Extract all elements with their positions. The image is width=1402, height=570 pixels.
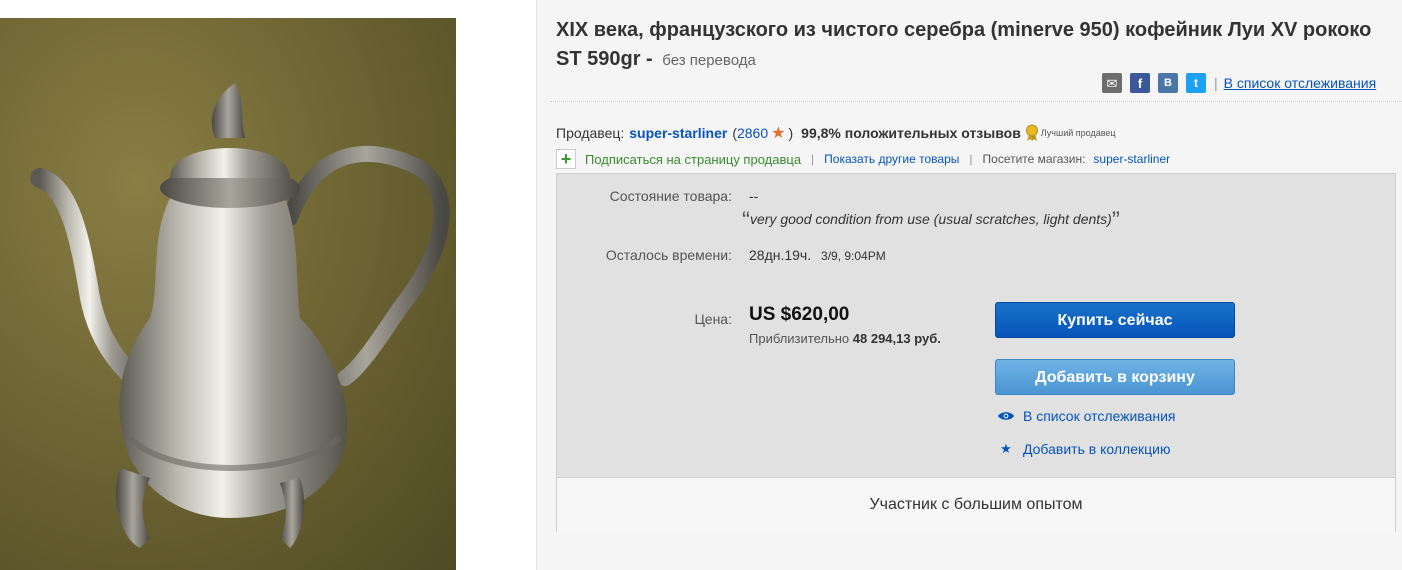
price-label: Цена: [694,311,732,327]
divider [550,101,1402,103]
watch-action-label: В список отслеживания [1023,408,1176,424]
seller-label: Продавец: [556,125,625,141]
open-quote: “ [742,207,750,234]
collection-action-label: Добавить в коллекцию [1023,441,1171,457]
twitter-icon[interactable]: t [1186,73,1206,93]
star-icon: ★ [1000,441,1012,456]
visit-store-label: Посетите магазин: [982,152,1086,166]
top-seller-medal-icon [1025,124,1039,142]
vk-icon[interactable]: В [1158,73,1178,93]
price-value: US $620,00 [749,304,850,325]
time-left: 28дн.19ч. 3/9, 9:04PM [749,247,886,263]
silver-coffee-pot-icon [30,83,450,548]
share-row: ✉ f В t | В список отслеживания [1102,73,1376,93]
eye-icon [997,409,1015,424]
experienced-member-banner: Участник с большим опытом [557,477,1395,532]
approx-price: Приблизительно 48 294,13 руб. [749,331,941,346]
close-quote: ” [1111,207,1120,234]
time-left-value: 28дн.19ч. [749,247,812,263]
add-to-collection-link[interactable]: ★ Добавить в коллекцию [997,441,1170,457]
mail-icon[interactable]: ✉ [1102,73,1122,93]
condition-value: -- [749,188,759,204]
add-to-watchlist-link[interactable]: В список отслеживания [1224,75,1377,91]
store-link[interactable]: super-starliner [1093,152,1170,166]
positive-feedback-percent: 99,8% положительных отзывов [801,125,1021,141]
watch-action-link[interactable]: В список отслеживания [997,408,1176,424]
details-box: Состояние товара: -- “very good conditio… [556,173,1396,532]
feedback-close: ) [788,125,794,141]
facebook-icon[interactable]: f [1130,73,1150,93]
share-separator: | [1214,75,1218,91]
approx-label: Приблизительно [749,331,850,346]
separator: | [811,152,815,166]
top-seller-label: Лучший продавец [1040,128,1116,138]
time-left-label: Осталось времени: [605,247,732,263]
item-title: XIX века, французского из чистого серебр… [556,16,1396,75]
feedback-count-link[interactable]: 2860 [737,125,768,141]
no-translation-note: без перевода [662,52,756,69]
separator: | [969,152,973,166]
other-items-link[interactable]: Показать другие товары [824,152,959,166]
add-to-cart-button[interactable]: Добавить в корзину [995,359,1235,395]
star-icon: ★ [771,125,786,142]
product-photo[interactable] [0,18,456,570]
seller-info: Продавец: super-starliner (2860 ★ ) 99,8… [556,123,1116,143]
plus-icon[interactable]: + [556,149,576,169]
image-panel [0,0,537,570]
condition-label: Состояние товара: [609,188,732,204]
seller-name-link[interactable]: super-starliner [629,125,727,141]
seller-links: + Подписаться на страницу продавца | Пок… [556,149,1170,169]
approx-value: 48 294,13 руб. [852,331,941,346]
condition-quote-text: very good condition from use (usual scra… [750,211,1112,227]
condition-description: “very good condition from use (usual scr… [742,207,1120,235]
follow-seller-link[interactable]: Подписаться на страницу продавца [585,152,801,167]
feedback-score: (2860 [732,125,768,141]
listing-info: XIX века, французского из чистого серебр… [550,0,1402,570]
buy-now-button[interactable]: Купить сейчас [995,302,1235,338]
end-date: 3/9, 9:04PM [821,249,886,263]
